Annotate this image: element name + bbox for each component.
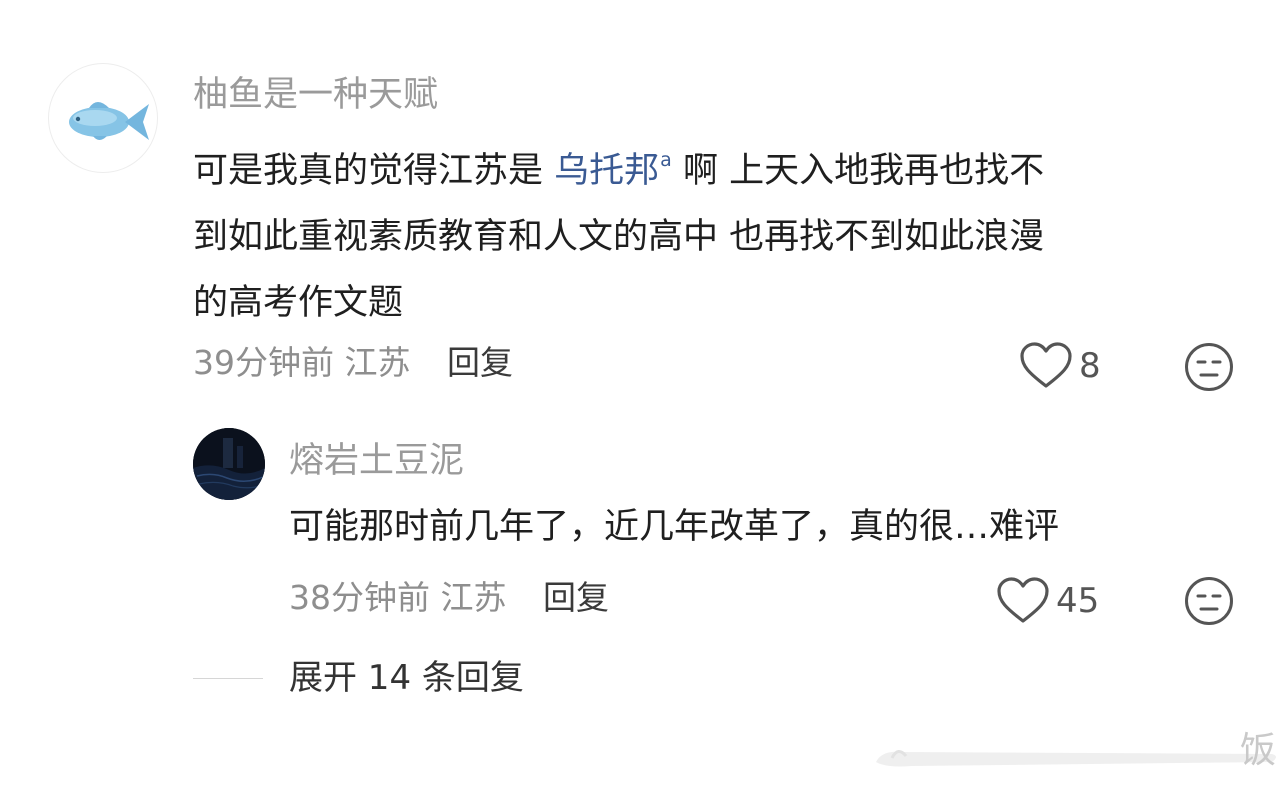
expand-divider xyxy=(193,678,263,679)
reply-body: 可能那时前几年了，近几年改革了，真的很…难评 xyxy=(289,494,1059,560)
reply-dislike-face-icon[interactable] xyxy=(1184,576,1234,626)
heart-icon xyxy=(997,577,1049,623)
comment-time: 39分钟前 xyxy=(193,343,334,382)
comment-line-2: 到如此重视素质教育和人文的高中 也再找不到如此浪漫 xyxy=(193,217,1045,257)
user-avatar[interactable] xyxy=(48,63,158,173)
reply-like-count: 45 xyxy=(1056,581,1100,621)
like-button[interactable]: 8 xyxy=(1019,342,1101,390)
topic-link[interactable]: 乌托邦𝖺 xyxy=(554,149,672,191)
reply-time: 38分钟前 xyxy=(289,578,430,617)
reply-avatar[interactable] xyxy=(193,428,265,500)
watermark-char: 饭 xyxy=(1240,730,1277,771)
comment-username[interactable]: 柚鱼是一种天赋 xyxy=(193,78,438,113)
reply-button[interactable]: 回复 xyxy=(447,343,513,382)
topic-link-label: 乌托邦 xyxy=(554,151,660,191)
reply-meta: 38分钟前 江苏 回复 xyxy=(289,581,609,614)
comment-text-segment: 可是我真的觉得江苏是 xyxy=(193,151,555,191)
comment-location: 江苏 xyxy=(344,343,411,382)
comment-line-1: 可是我真的觉得江苏是 乌托邦𝖺 啊 上天入地我再也找不 xyxy=(193,127,1044,204)
comment-body: 可是我真的觉得江苏是 乌托邦𝖺 啊 上天入地我再也找不 到如此重视素质教育和人文… xyxy=(193,127,1044,336)
search-icon: 𝖺 xyxy=(660,149,672,171)
like-count: 8 xyxy=(1079,346,1101,386)
watermark-brush-stroke xyxy=(876,750,1276,767)
heart-icon xyxy=(1020,342,1072,388)
fish-icon xyxy=(69,102,149,140)
reply-reply-button[interactable]: 回复 xyxy=(543,578,609,617)
comment-text-segment: 啊 上天入地我再也找不 xyxy=(671,151,1045,191)
dislike-face-icon[interactable] xyxy=(1184,342,1234,392)
reply-location: 江苏 xyxy=(440,578,507,617)
reply-text: 可能那时前几年了，近几年改革了，真的很…难评 xyxy=(289,507,1060,547)
expand-replies-button[interactable]: 展开 14 条回复 xyxy=(289,661,524,695)
comment-line-3: 的高考作文题 xyxy=(193,283,404,323)
reply-username[interactable]: 熔岩土豆泥 xyxy=(289,444,464,479)
reply-like-button[interactable]: 45 xyxy=(996,577,1099,625)
avatar-image xyxy=(193,428,265,500)
comment-meta: 39分钟前 江苏 回复 xyxy=(193,346,513,379)
